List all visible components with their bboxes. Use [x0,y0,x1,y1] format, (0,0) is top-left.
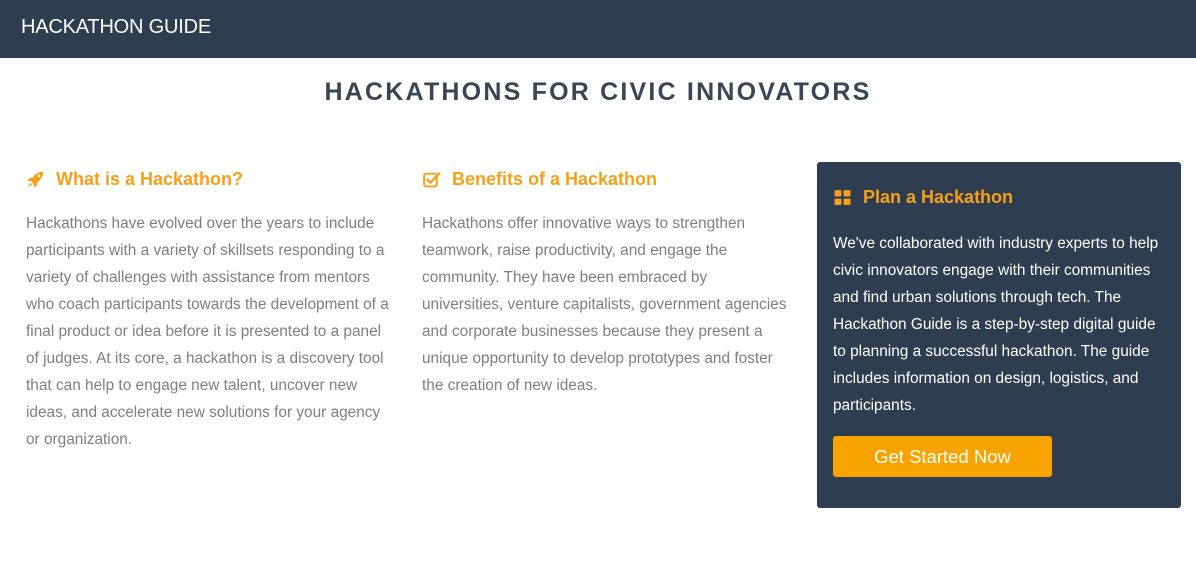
grid-icon [833,188,851,206]
get-started-button[interactable]: Get Started Now [833,436,1052,477]
check-square-icon [422,170,440,188]
top-navbar: HACKATHON GUIDE [0,0,1196,58]
section-body: Hackathons offer innovative ways to stre… [422,215,787,394]
section-heading: What is a Hackathon? [26,168,396,190]
card-heading-text: Plan a Hackathon [863,186,1014,207]
section-heading-text: Benefits of a Hackathon [452,168,658,189]
brand-link[interactable]: HACKATHON GUIDE [21,16,211,38]
card-heading: Plan a Hackathon [833,186,1165,208]
section-heading: Benefits of a Hackathon [422,168,792,190]
section-body: Hackathons have evolved over the years t… [26,215,389,448]
what-is-hackathon-section: What is a Hackathon? Hackathons have evo… [26,168,396,453]
section-heading-text: What is a Hackathon? [56,168,244,189]
plan-hackathon-card: Plan a Hackathon We've collaborated with… [817,162,1181,508]
rocket-icon [26,170,44,188]
page-title: HACKATHONS FOR CIVIC INNOVATORS [324,78,872,106]
card-body: We've collaborated with industry experts… [833,235,1159,414]
benefits-section: Benefits of a Hackathon Hackathons offer… [422,168,792,399]
